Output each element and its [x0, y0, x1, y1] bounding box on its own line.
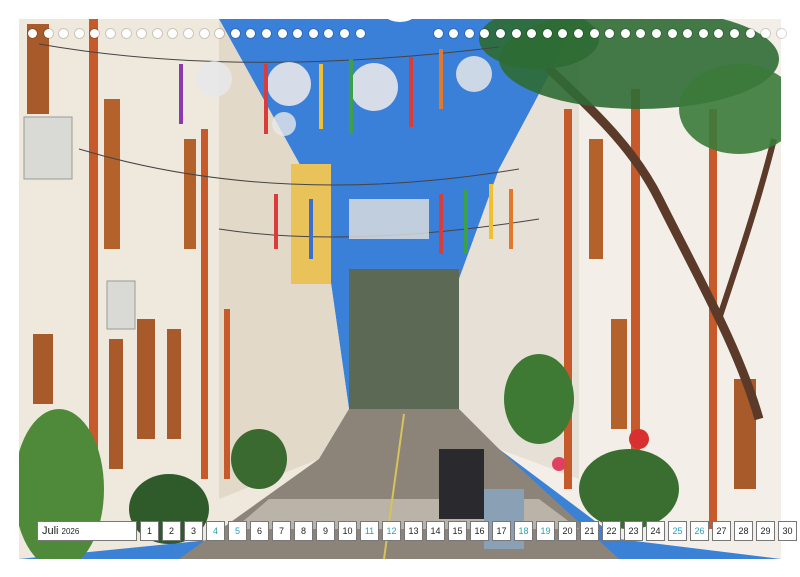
stroller	[439, 449, 484, 519]
binding-hole	[75, 29, 84, 38]
binding-hole	[356, 29, 365, 38]
day-cell: 22	[602, 521, 621, 541]
binding-hole	[480, 29, 489, 38]
day-cell: 28	[734, 521, 753, 541]
day-cell: 4	[206, 521, 225, 541]
binding-hole	[137, 29, 146, 38]
binding-hole	[496, 29, 505, 38]
binding-hole	[605, 29, 614, 38]
binding-hole	[590, 29, 599, 38]
binding-hole	[621, 29, 630, 38]
binding-hole	[465, 29, 474, 38]
binding-hole	[574, 29, 583, 38]
air-conditioner	[23, 116, 73, 180]
binding-hole	[761, 29, 770, 38]
binding-hole	[278, 29, 287, 38]
day-cell: 14	[426, 521, 445, 541]
binding-hole	[59, 29, 68, 38]
day-cell: 27	[712, 521, 731, 541]
day-cell: 26	[690, 521, 709, 541]
binding-hole	[449, 29, 458, 38]
year-label: 2026	[61, 526, 80, 536]
binding-hole	[699, 29, 708, 38]
binding-hole	[90, 29, 99, 38]
binding-hole	[215, 29, 224, 38]
binding-hole	[730, 29, 739, 38]
day-cell: 30	[778, 521, 797, 541]
binding-hole	[262, 29, 271, 38]
day-cell: 17	[492, 521, 511, 541]
binding-hole	[153, 29, 162, 38]
binding-hole	[309, 29, 318, 38]
calendar-strip: Juli 2026 1 2 3 4 5 6 7 8 9 10 11 12 13 14 15 16 17 18 19 2…	[37, 521, 800, 541]
binding-hole	[527, 29, 536, 38]
binding-hole	[340, 29, 349, 38]
binding-hole	[683, 29, 692, 38]
day-cell: 18	[514, 521, 533, 541]
day-cell: 21	[580, 521, 599, 541]
street-scene	[19, 19, 781, 559]
day-cell: 16	[470, 521, 489, 541]
month-label: Juli 2026	[37, 521, 137, 541]
binding-hole	[200, 29, 209, 38]
day-cell: 29	[756, 521, 775, 541]
binding-hole	[106, 29, 115, 38]
day-cell: 7	[272, 521, 291, 541]
binding-hole	[543, 29, 552, 38]
binding-hole	[184, 29, 193, 38]
day-cell: 2	[162, 521, 181, 541]
binding-hole	[28, 29, 37, 38]
day-cell: 1	[140, 521, 159, 541]
binding-hole	[44, 29, 53, 38]
day-cell: 11	[360, 521, 379, 541]
distant-street	[349, 269, 459, 409]
binding-hole	[293, 29, 302, 38]
day-cell: 10	[338, 521, 357, 541]
day-cell: 6	[250, 521, 269, 541]
binding-hole	[777, 29, 786, 38]
day-cell: 13	[404, 521, 423, 541]
day-cell: 24	[646, 521, 665, 541]
binding-hole	[558, 29, 567, 38]
binding-hole	[652, 29, 661, 38]
binding-hole	[746, 29, 755, 38]
binding-hole	[231, 29, 240, 38]
day-cell: 15	[448, 521, 467, 541]
day-cell: 12	[382, 521, 401, 541]
binding-hole	[246, 29, 255, 38]
binding-hole	[434, 29, 443, 38]
day-cells: 1 2 3 4 5 6 7 8 9 10 11 12 13 14 15 16 17 18 19 20 21 22 23 24 2…	[140, 521, 800, 541]
day-cell: 19	[536, 521, 555, 541]
day-cell: 5	[228, 521, 247, 541]
binding-hole	[122, 29, 131, 38]
day-cell: 8	[294, 521, 313, 541]
day-cell: 20	[558, 521, 577, 541]
binding-hole	[512, 29, 521, 38]
binding-hole	[168, 29, 177, 38]
day-cell: 25	[668, 521, 687, 541]
month-name: Juli	[42, 525, 59, 537]
binding-hole	[636, 29, 645, 38]
binding-hole	[668, 29, 677, 38]
binding-hole	[714, 29, 723, 38]
day-cell: 23	[624, 521, 643, 541]
binding-hole	[324, 29, 333, 38]
spiral-binding	[0, 24, 800, 44]
day-cell: 9	[316, 521, 335, 541]
calendar-photo	[19, 19, 781, 559]
day-cell: 3	[184, 521, 203, 541]
